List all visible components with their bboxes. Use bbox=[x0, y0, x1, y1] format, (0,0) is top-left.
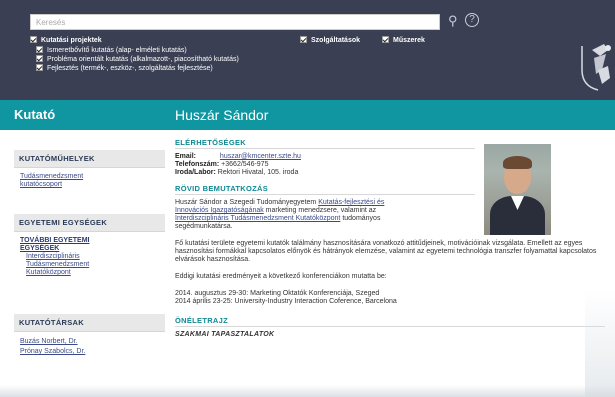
contact-heading: ELÉRHETŐSÉGEK bbox=[175, 138, 475, 149]
search-input[interactable]: Keresés bbox=[30, 14, 440, 30]
sidebar-link-interdiszciplinaris[interactable]: Interdiszciplináris bbox=[14, 253, 165, 261]
sidebar-link-group: Tudásmenedzsment kutatócsoport bbox=[14, 168, 165, 189]
main-content: ELÉRHETŐSÉGEK Email: huszar@kmcenter.szt… bbox=[175, 138, 605, 339]
sidebar-link-buzas[interactable]: Buzás Norbert, Dr. bbox=[14, 337, 165, 347]
filter-szolgaltatasok[interactable]: Szolgáltatások bbox=[300, 36, 360, 44]
checkbox-icon[interactable] bbox=[36, 55, 43, 62]
checkbox-icon[interactable] bbox=[36, 46, 43, 53]
office-row: Iroda/Labor: Rektori Hivatal, 105. iroda bbox=[175, 169, 299, 176]
conference-item: 2014 április 23-25: University-Industry … bbox=[175, 298, 397, 305]
sidebar-link-tudasmenedzsment-2[interactable]: kutatócsoport bbox=[14, 181, 165, 189]
email-link[interactable]: huszar@kmcenter.szte.hu bbox=[220, 153, 301, 160]
filter-fejlesztes[interactable]: Fejlesztés (termék-, eszköz-, szolgáltat… bbox=[36, 64, 213, 72]
filter-muszerek[interactable]: Műszerek bbox=[382, 36, 425, 44]
top-header: Keresés ⚲ ? Kutatási projektek Szolgálta… bbox=[0, 0, 615, 100]
filter-kutatasi-projektek[interactable]: Kutatási projektek bbox=[30, 36, 102, 44]
checkbox-icon[interactable] bbox=[382, 36, 389, 43]
intro-paragraph-2: Fő kutatási területe egyetemi kutatók ta… bbox=[175, 240, 597, 263]
checkbox-icon[interactable] bbox=[30, 36, 37, 43]
intro-paragraph-3: Eddigi kutatási eredményeit a következő … bbox=[175, 273, 387, 280]
sidebar-section-kutatomuhelyek: KUTATÓMŰHELYEK Tudásmenedzsment kutatócs… bbox=[14, 150, 165, 189]
sidebar-link-group: TOVÁBBI EGYETEMI EGYSÉGEK Interdiszcipli… bbox=[14, 232, 165, 277]
checkbox-icon[interactable] bbox=[36, 64, 43, 71]
page-shadow bbox=[585, 290, 615, 397]
link-innovacios-igazgatosag[interactable]: Innovációs Igazgatóságának bbox=[175, 207, 264, 214]
sidebar-heading: EGYETEMI EGYSÉGEK bbox=[14, 214, 165, 232]
section-title: Kutató bbox=[14, 107, 56, 122]
sidebar-link-kutatokozpont[interactable]: Kutatóközpont bbox=[14, 269, 165, 277]
cv-subheading: SZAKMAI TAPASZTALATOK bbox=[175, 331, 275, 338]
university-logo-icon[interactable] bbox=[578, 40, 615, 92]
checkbox-icon[interactable] bbox=[300, 36, 307, 43]
person-name: Huszár Sándor bbox=[175, 107, 269, 123]
sidebar-heading: KUTATÓTÁRSAK bbox=[14, 314, 165, 332]
intro-heading: RÖVID BEMUTATKOZÁS bbox=[175, 184, 475, 195]
search-icon[interactable]: ⚲ bbox=[448, 14, 462, 28]
sidebar-section-egyetemi-egysegek: EGYETEMI EGYSÉGEK TOVÁBBI EGYETEMI EGYSÉ… bbox=[14, 214, 165, 277]
sidebar-link-tovabbi-1[interactable]: TOVÁBBI EGYETEMI bbox=[14, 237, 165, 245]
intro-paragraph-1: Huszár Sándor a Szegedi Tudományegyetem … bbox=[175, 199, 385, 230]
phone-row: Telefonszám: +3662/546-975 bbox=[175, 161, 269, 168]
sidebar-section-kutatotarsak: KUTATÓTÁRSAK Buzás Norbert, Dr. Prónay S… bbox=[14, 314, 165, 357]
filter-problema-orientalt[interactable]: Probléma orientált kutatás (alkalmazott-… bbox=[36, 55, 239, 63]
link-itmk[interactable]: Interdiszciplináris Tudásmenedzsment Kut… bbox=[175, 215, 340, 222]
conference-item: 2014. augusztus 29-30: Marketing Oktatók… bbox=[175, 290, 380, 297]
sidebar-link-tovabbi-2[interactable]: EGYSÉGEK bbox=[14, 245, 165, 253]
link-kutatas-fejlesztesi[interactable]: Kutatás-fejlesztési és bbox=[318, 199, 384, 206]
sidebar-heading: KUTATÓMŰHELYEK bbox=[14, 150, 165, 168]
sidebar-link-tudasmenedzsment-1[interactable]: Tudásmenedzsment bbox=[14, 173, 165, 181]
page-shadow bbox=[0, 385, 615, 397]
cv-heading: ÖNÉLETRAJZ bbox=[175, 316, 605, 327]
email-row: Email: huszar@kmcenter.szte.hu bbox=[175, 153, 301, 160]
filter-ismeretbovito[interactable]: Ismeretbővítő kutatás (alap- elméleti ku… bbox=[36, 46, 187, 54]
sidebar-link-pronay[interactable]: Prónay Szabolcs, Dr. bbox=[14, 347, 165, 357]
help-icon[interactable]: ? bbox=[465, 13, 479, 27]
sidebar-link-group: Buzás Norbert, Dr. Prónay Szabolcs, Dr. bbox=[14, 332, 165, 357]
sidebar-link-tudasmenedzsment[interactable]: Tudásmenedzsment bbox=[14, 261, 165, 269]
